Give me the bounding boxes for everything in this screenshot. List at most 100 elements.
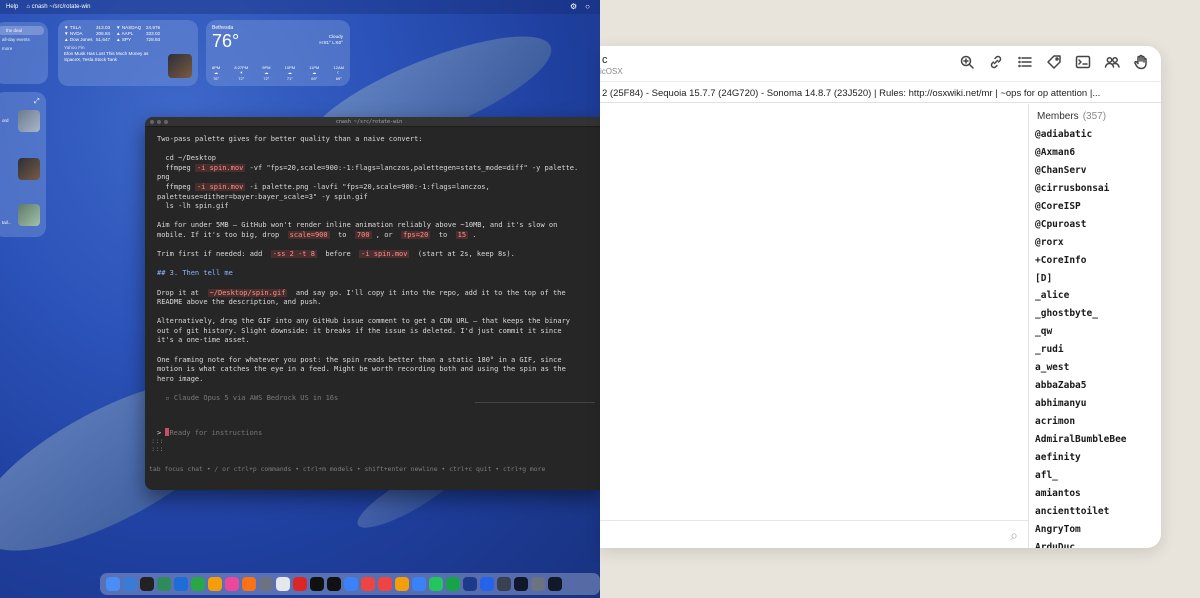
shortcut-label: tail...: [2, 220, 12, 225]
irc-window[interactable]: c icOSX 2 (25F84) - Sequoia 15.7.7 (24G7…: [600, 46, 1161, 548]
dock-app-icon[interactable]: [174, 577, 188, 591]
member-item[interactable]: @Cpuroast: [1035, 216, 1161, 234]
dock-app-icon[interactable]: [310, 577, 324, 591]
menu-window-title[interactable]: ⌂ cnash ~/src/rotate-win: [26, 4, 90, 10]
dock-app-icon[interactable]: [293, 577, 307, 591]
member-item[interactable]: @rorx: [1035, 234, 1161, 252]
stocks-widget[interactable]: ▼ TSLA 313.03 ▼ NASDAQ 24,976 ▼ NVDA 206…: [58, 20, 198, 86]
shortcuts-widget[interactable]: ⤢ ord tail...: [0, 92, 46, 237]
stock-price: 206.84: [96, 31, 111, 36]
member-item[interactable]: a_west: [1035, 359, 1161, 377]
stock-symbol: ▼ NVDA: [64, 31, 83, 36]
channel-header: c icOSX: [600, 46, 1161, 82]
member-item[interactable]: _alice: [1035, 287, 1161, 305]
dock-app-icon[interactable]: [446, 577, 460, 591]
stock-news[interactable]: Yahoo Fin Elon Musk Has Lost This Much M…: [64, 45, 164, 64]
member-item[interactable]: [D]: [1035, 270, 1161, 288]
dock-app-icon[interactable]: [514, 577, 528, 591]
dock-app-icon[interactable]: [259, 577, 273, 591]
close-button[interactable]: [150, 119, 154, 124]
shortcut-tile[interactable]: [18, 158, 40, 180]
tag-icon[interactable]: [1046, 54, 1062, 70]
member-item[interactable]: @Axman6: [1035, 144, 1161, 162]
calendar-widget[interactable]: the deal all-day events more: [0, 22, 48, 84]
member-item[interactable]: abhimanyu: [1035, 395, 1161, 413]
terminal-titlebar[interactable]: cnash ~/src/rotate-win: [145, 117, 600, 127]
member-item[interactable]: @adiabatic: [1035, 126, 1161, 144]
member-item[interactable]: _rudi: [1035, 341, 1161, 359]
dock-app-icon[interactable]: [106, 577, 120, 591]
dock-app-icon[interactable]: [548, 577, 562, 591]
member-item[interactable]: _qw: [1035, 323, 1161, 341]
terminal-line: One framing note for whatever you post: …: [157, 355, 562, 364]
member-item[interactable]: acrimon: [1035, 413, 1161, 431]
weather-widget[interactable]: Bethesda 76° Cloudy H:81° L:60° 8PM ☁ 76° …: [206, 20, 350, 86]
expand-icon[interactable]: ⤢: [34, 98, 40, 106]
terminal-window[interactable]: cnash ~/src/rotate-win Two-pass palette …: [145, 117, 600, 490]
dock-app-icon[interactable]: [276, 577, 290, 591]
member-item[interactable]: AdmiralBumbleBee: [1035, 431, 1161, 449]
menu-help[interactable]: Help: [6, 4, 18, 10]
dock-app-icon[interactable]: [378, 577, 392, 591]
member-item[interactable]: +CoreInfo: [1035, 252, 1161, 270]
hour-slot: 8PM ☁ 76°: [212, 65, 221, 81]
member-item[interactable]: @ChanServ: [1035, 162, 1161, 180]
terminal-icon[interactable]: [1075, 54, 1091, 70]
member-item[interactable]: @cirrusbonsai: [1035, 180, 1161, 198]
dock-app-icon[interactable]: [140, 577, 154, 591]
member-item[interactable]: abbaZaba5: [1035, 377, 1161, 395]
settings-icon[interactable]: ⚙: [570, 2, 577, 11]
list-icon[interactable]: [1017, 54, 1033, 70]
hand-icon[interactable]: [1133, 54, 1149, 70]
members-icon[interactable]: [1104, 54, 1120, 70]
terminal-line: README above the description, and push.: [157, 298, 322, 307]
member-item[interactable]: ArduDuc: [1035, 539, 1161, 548]
dock-app-icon[interactable]: [191, 577, 205, 591]
window-controls[interactable]: [145, 119, 168, 124]
members-panel[interactable]: Members (357) @adiabatic @Axman6 @ChanServ @…: [1028, 104, 1161, 548]
channel-topic[interactable]: 2 (25F84) - Sequoia 15.7.7 (24G720) - So…: [600, 83, 1161, 103]
dock-app-icon[interactable]: [361, 577, 375, 591]
member-item[interactable]: aefinity: [1035, 449, 1161, 467]
prompt-input[interactable]: > Ready for instructions: [157, 428, 262, 437]
member-item[interactable]: @CoreISP: [1035, 198, 1161, 216]
member-item[interactable]: _ghostbyte_: [1035, 305, 1161, 323]
terminal-line: Two-pass palette gives for better qualit…: [157, 135, 423, 143]
terminal-line: Alternatively, drag the GIF into any Git…: [157, 317, 571, 326]
dock-app-icon[interactable]: [395, 577, 409, 591]
dock-app-icon[interactable]: [157, 577, 171, 591]
dock-app-icon[interactable]: [463, 577, 477, 591]
member-item[interactable]: ancienttoilet: [1035, 503, 1161, 521]
dock-app-icon[interactable]: [480, 577, 494, 591]
search-icon[interactable]: [959, 54, 975, 70]
dock-app-icon[interactable]: [412, 577, 426, 591]
dock-app-icon[interactable]: [225, 577, 239, 591]
shortcut-tile[interactable]: [18, 110, 40, 132]
paperclip-icon[interactable]: ⌕: [1010, 527, 1018, 544]
terminal-line: paletteuse=dither=bayer:bayer_scale=3" -…: [157, 192, 368, 201]
dock-app-icon[interactable]: [531, 577, 545, 591]
minimize-button[interactable]: [157, 119, 161, 124]
status-icons: ⚙ ○: [570, 2, 590, 11]
terminal-line: it's a one-time asset.: [157, 336, 250, 345]
member-item[interactable]: AngryTom: [1035, 521, 1161, 539]
circle-icon[interactable]: ○: [585, 2, 590, 11]
member-item[interactable]: amiantos: [1035, 485, 1161, 503]
member-item[interactable]: afl_: [1035, 467, 1161, 485]
dock-app-icon[interactable]: [123, 577, 137, 591]
terminal-line: out of git history. Slight downside: it …: [157, 326, 562, 335]
dock-app-icon[interactable]: [344, 577, 358, 591]
link-icon[interactable]: [988, 54, 1004, 70]
dock-app-icon[interactable]: [497, 577, 511, 591]
chat-messages[interactable]: [600, 104, 1028, 520]
dock-app-icon[interactable]: [208, 577, 222, 591]
dock-app-icon[interactable]: [327, 577, 341, 591]
message-input[interactable]: ⌕: [600, 520, 1028, 548]
dock-app-icon[interactable]: [242, 577, 256, 591]
hour-slot: 8:27PM ☀ 72°: [234, 65, 249, 81]
dock-app-icon[interactable]: [429, 577, 443, 591]
dock: [100, 573, 600, 595]
shortcut-tile[interactable]: [18, 204, 40, 226]
